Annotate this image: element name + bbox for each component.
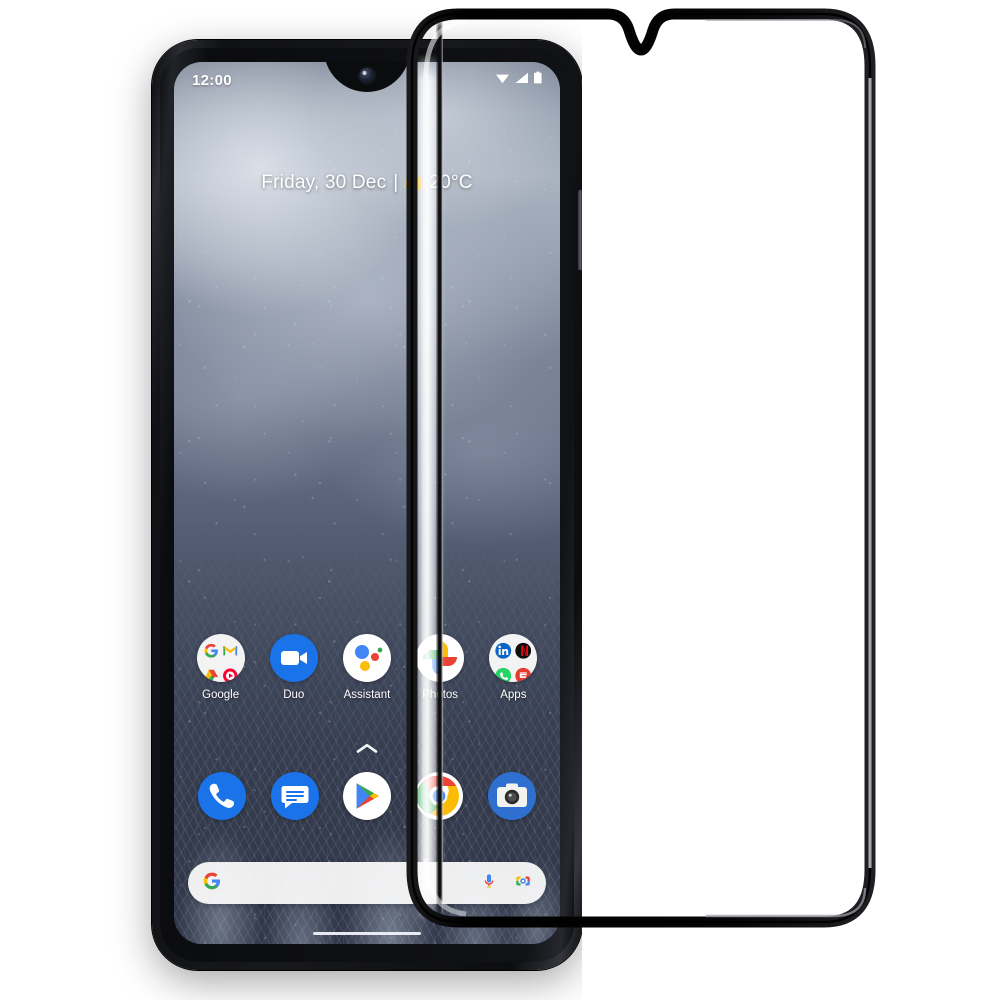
google-search-bar[interactable] bbox=[188, 862, 546, 904]
smartphone-device: 12:00 Friday, 30 Dec | 20°C Google Duo A… bbox=[152, 40, 582, 970]
phone-icon bbox=[198, 772, 247, 820]
dock bbox=[174, 772, 560, 820]
app-label: Apps bbox=[500, 689, 527, 701]
google-folder-icon bbox=[196, 634, 245, 683]
status-time: 12:00 bbox=[192, 71, 232, 89]
google-assistant-icon bbox=[342, 634, 391, 682]
battery-icon bbox=[534, 71, 542, 89]
glass-left-edge bbox=[436, 16, 443, 922]
microphone-icon[interactable] bbox=[480, 872, 498, 895]
app-duo[interactable]: Duo bbox=[262, 634, 326, 701]
google-g-icon bbox=[202, 871, 222, 896]
gumtree-icon bbox=[515, 665, 532, 682]
date-weather-widget[interactable]: Friday, 30 Dec | 20°C bbox=[174, 172, 560, 194]
google-duo-icon bbox=[269, 634, 318, 682]
app-drawer-chevron-icon[interactable] bbox=[174, 742, 560, 758]
navigation-gesture-bar[interactable] bbox=[313, 931, 421, 935]
netflix-icon bbox=[515, 640, 532, 662]
gmail-icon bbox=[222, 640, 239, 662]
status-bar: 12:00 bbox=[174, 67, 560, 93]
google-play-icon bbox=[342, 772, 391, 820]
app-apps-folder[interactable]: Apps bbox=[481, 634, 545, 701]
status-icons bbox=[495, 71, 542, 89]
app-assistant[interactable]: Assistant bbox=[335, 634, 399, 701]
google-lens-icon[interactable] bbox=[514, 872, 532, 895]
background-fill bbox=[582, 0, 1000, 1000]
whatsapp-icon bbox=[495, 665, 512, 682]
signal-icon bbox=[515, 71, 529, 89]
google-drive-icon bbox=[203, 665, 220, 683]
youtube-music-icon bbox=[222, 665, 239, 682]
app-label: Google bbox=[202, 689, 240, 701]
app-label: Assistant bbox=[343, 689, 391, 701]
dock-item-messages[interactable] bbox=[263, 772, 327, 820]
dock-item-camera[interactable] bbox=[480, 772, 544, 820]
dock-item-play-store[interactable] bbox=[335, 772, 399, 820]
phone-screen[interactable]: 12:00 Friday, 30 Dec | 20°C Google Duo A… bbox=[174, 62, 560, 944]
apps-folder-icon bbox=[489, 634, 538, 682]
home-screen-app-row: Google Duo Assistant Apps bbox=[174, 634, 560, 701]
messages-icon bbox=[270, 772, 319, 820]
camera-icon bbox=[487, 772, 536, 820]
linkedin-icon bbox=[495, 640, 512, 662]
wifi-icon bbox=[495, 71, 510, 89]
product-image-scene: 12:00 Friday, 30 Dec | 20°C Google Duo A… bbox=[0, 0, 1000, 1000]
app-label: Duo bbox=[283, 689, 305, 701]
dock-item-phone[interactable] bbox=[190, 772, 254, 820]
google-search-icon bbox=[203, 640, 220, 662]
date-text: Friday, 30 Dec bbox=[261, 172, 387, 193]
app-google-folder[interactable]: Google bbox=[189, 634, 253, 701]
widget-separator: | bbox=[393, 172, 399, 193]
